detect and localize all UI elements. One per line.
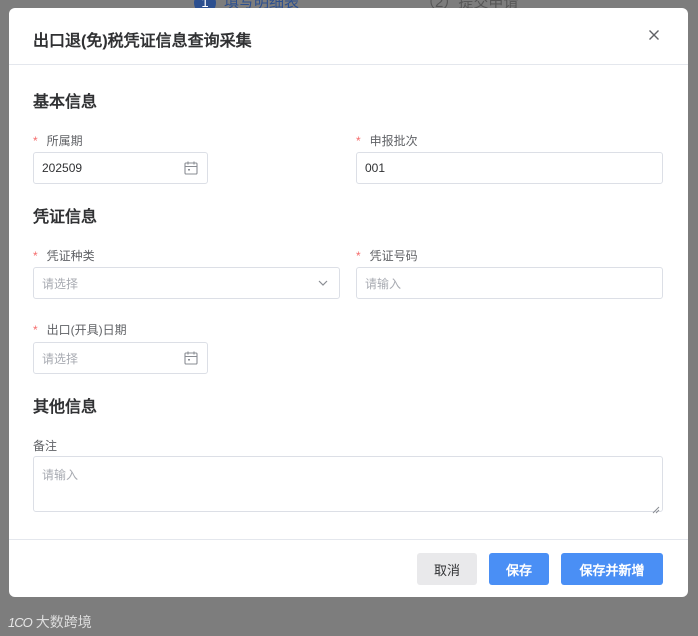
footer-divider	[9, 539, 688, 540]
calendar-icon	[183, 350, 199, 366]
watermark-logo-icon: 1CO	[8, 614, 33, 630]
dialog-header: 出口退(免)税凭证信息查询采集	[9, 8, 688, 65]
required-mark: *	[356, 249, 361, 263]
watermark: 1CO 大数跨境	[8, 612, 92, 632]
export-date-label: * 出口(开具)日期	[33, 321, 127, 338]
voucher-no-placeholder: 请输入	[365, 276, 402, 291]
section-other-info: 其他信息	[33, 399, 98, 416]
period-label: * 所属期	[33, 132, 83, 149]
save-button[interactable]: 保存	[489, 553, 549, 585]
chevron-down-icon	[315, 275, 331, 291]
remark-placeholder: 请输入	[42, 468, 79, 482]
export-date-label-text: 出口(开具)日期	[46, 323, 127, 337]
section-voucher-info: 凭证信息	[33, 209, 98, 226]
voucher-type-label-text: 凭证种类	[46, 249, 95, 263]
voucher-no-label: * 凭证号码	[356, 247, 418, 264]
voucher-no-label-text: 凭证号码	[369, 249, 418, 263]
export-date-placeholder: 请选择	[42, 351, 79, 366]
voucher-type-placeholder: 请选择	[42, 276, 79, 291]
batch-value: 001	[365, 161, 386, 175]
required-mark: *	[33, 134, 38, 148]
period-label-text: 所属期	[46, 134, 83, 148]
close-icon[interactable]	[646, 27, 662, 43]
remark-label: 备注	[33, 439, 58, 453]
batch-label-text: 申报批次	[369, 134, 418, 148]
required-mark: *	[33, 249, 38, 263]
watermark-text: 大数跨境	[35, 614, 92, 630]
voucher-no-input[interactable]: 请输入	[356, 267, 663, 299]
period-value: 202509	[42, 161, 83, 175]
resize-handle-icon[interactable]	[652, 501, 660, 514]
remark-textarea[interactable]: 请输入	[33, 456, 663, 514]
required-mark: *	[33, 323, 38, 337]
batch-input[interactable]: 001	[356, 152, 663, 184]
voucher-dialog: 出口退(免)税凭证信息查询采集 基本信息 * 所属期 202509 * 申报批次 0…	[9, 8, 688, 597]
voucher-type-label: * 凭证种类	[33, 247, 95, 264]
voucher-type-select[interactable]: 请选择	[33, 267, 340, 299]
cancel-button[interactable]: 取消	[417, 553, 477, 585]
dialog-title: 出口退(免)税凭证信息查询采集	[33, 33, 252, 50]
batch-label: * 申报批次	[356, 132, 418, 149]
calendar-icon	[183, 160, 199, 176]
period-date-picker[interactable]: 202509	[33, 152, 208, 184]
export-date-picker[interactable]: 请选择	[33, 342, 208, 374]
save-and-new-button[interactable]: 保存并新增	[561, 553, 663, 585]
required-mark: *	[356, 134, 361, 148]
section-basic-info: 基本信息	[33, 94, 98, 111]
